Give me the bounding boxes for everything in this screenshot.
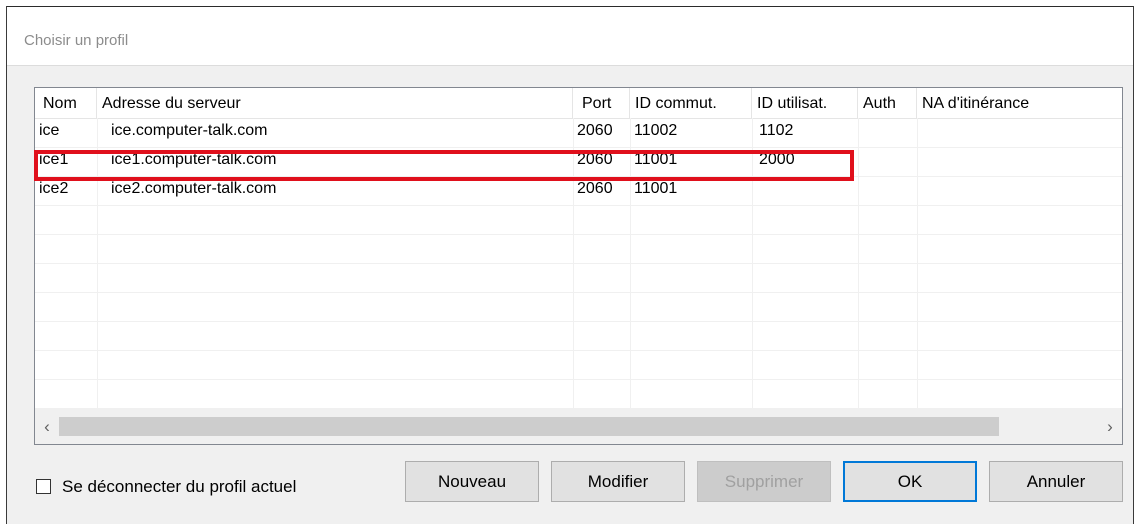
cell-id-utilisat: 1102 xyxy=(759,122,794,139)
chevron-left-icon[interactable]: ‹ xyxy=(35,409,59,444)
window-frame-right xyxy=(1133,6,1139,524)
cell-port: 2060 xyxy=(577,180,613,197)
list-item-empty xyxy=(35,235,1122,264)
new-button[interactable]: Nouveau xyxy=(405,461,539,502)
window-frame-top xyxy=(0,0,1139,7)
list-item-empty xyxy=(35,264,1122,293)
choose-profile-dialog: Choisir un profil Nom Adresse du serveur… xyxy=(0,0,1139,524)
horizontal-scrollbar[interactable]: ‹ › xyxy=(35,408,1122,444)
column-header-id-utilisat[interactable]: ID utilisat. xyxy=(752,88,858,118)
cell-port: 2060 xyxy=(577,122,613,139)
table-row[interactable]: ice2 ice2.computer-talk.com 2060 11001 xyxy=(35,177,1122,206)
delete-button[interactable]: Supprimer xyxy=(697,461,831,502)
dialog-title: Choisir un profil xyxy=(24,32,129,49)
column-header-nom[interactable]: Nom xyxy=(35,88,97,118)
column-header-port[interactable]: Port xyxy=(573,88,630,118)
list-item-empty xyxy=(35,322,1122,351)
cell-adresse: ice2.computer-talk.com xyxy=(111,180,277,197)
column-header-id-commut[interactable]: ID commut. xyxy=(630,88,752,118)
profile-list[interactable]: Nom Adresse du serveur Port ID commut. I… xyxy=(34,87,1123,445)
disconnect-label[interactable]: Se déconnecter du profil actuel xyxy=(62,477,296,497)
cell-id-commut: 11001 xyxy=(634,151,678,168)
table-row[interactable]: ice1 ice1.computer-talk.com 2060 11001 2… xyxy=(35,148,1122,177)
cancel-button[interactable]: Annuler xyxy=(989,461,1123,502)
cell-nom: ice2 xyxy=(39,180,69,197)
cell-nom: ice xyxy=(39,122,60,139)
list-item-empty xyxy=(35,351,1122,380)
list-item-empty xyxy=(35,293,1122,322)
list-item-empty xyxy=(35,380,1122,409)
cell-adresse: ice1.computer-talk.com xyxy=(111,151,277,168)
cell-id-commut: 11002 xyxy=(634,122,678,139)
cell-nom: ice1 xyxy=(39,151,69,168)
column-header-adresse[interactable]: Adresse du serveur xyxy=(97,88,573,118)
ok-button[interactable]: OK xyxy=(843,461,977,502)
cell-id-utilisat xyxy=(755,177,858,206)
column-header-auth[interactable]: Auth xyxy=(858,88,917,118)
disconnect-checkbox[interactable] xyxy=(36,479,51,494)
list-item-empty xyxy=(35,206,1122,235)
cell-port: 2060 xyxy=(577,151,613,168)
chevron-right-icon[interactable]: › xyxy=(1098,409,1122,444)
cell-id-utilisat: 2000 xyxy=(759,151,795,168)
table-row[interactable]: ice ice.computer-talk.com 2060 11002 110… xyxy=(35,119,1122,148)
window-frame-left xyxy=(0,6,7,524)
title-bar: Choisir un profil xyxy=(7,7,1133,66)
edit-button[interactable]: Modifier xyxy=(551,461,685,502)
scrollbar-thumb[interactable] xyxy=(59,417,999,436)
list-header: Nom Adresse du serveur Port ID commut. I… xyxy=(35,88,1122,119)
column-header-na-itinerance[interactable]: NA d'itinérance xyxy=(917,88,1122,118)
cell-adresse: ice.computer-talk.com xyxy=(111,122,268,139)
cell-id-commut: 11001 xyxy=(634,180,678,197)
